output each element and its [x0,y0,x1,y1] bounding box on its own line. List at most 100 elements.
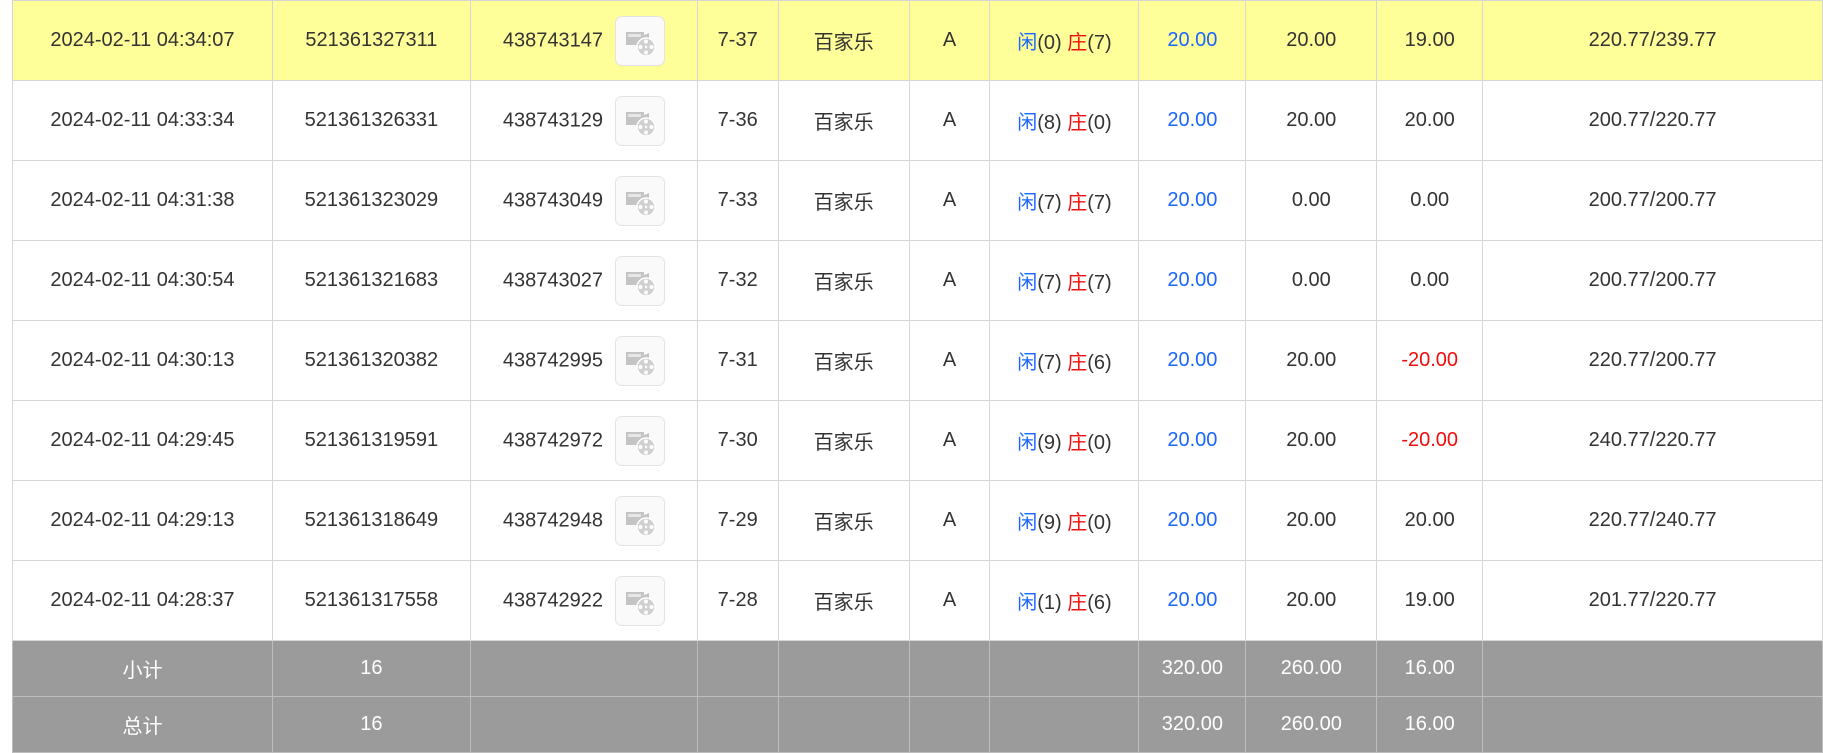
total-win: 16.00 [1376,696,1484,753]
round-id-cell: 438743147 [469,0,698,81]
empty-cell [1482,696,1823,753]
valid-bet: 20.00 [1245,480,1378,561]
bet-time: 2024-02-11 04:33:34 [12,80,273,161]
bet-time: 2024-02-11 04:30:54 [12,240,273,321]
record-body: 2024-02-11 04:34:07 521361327311 4387431… [12,0,1823,641]
video-replay-icon[interactable] [614,175,665,226]
player-score: (9) [1037,512,1062,534]
table-row: 2024-02-11 04:34:07 521361327311 4387431… [12,0,1823,81]
round-id: 438742948 [502,508,604,531]
game-name: 百家乐 [777,560,910,641]
table-name: A [908,400,991,481]
banker-score: (6) [1087,592,1112,614]
empty-cell [469,640,698,697]
game-name: 百家乐 [777,80,910,161]
shoe-round: 7-29 [696,480,779,561]
banker-label: 庄 [1067,352,1088,374]
shoe-round: 7-36 [696,80,779,161]
video-replay-icon[interactable] [614,15,665,66]
banker-score: (7) [1087,192,1112,214]
player-score: (7) [1037,352,1062,374]
video-replay-icon[interactable] [614,95,665,146]
balance-change: 200.77/200.77 [1482,240,1823,321]
total-count: 16 [271,696,471,753]
bet-amount: 20.00 [1138,320,1247,401]
game-name: 百家乐 [777,0,910,81]
video-replay-icon[interactable] [614,575,665,626]
video-replay-icon[interactable] [614,495,665,546]
valid-bet: 0.00 [1245,160,1378,241]
win-loss: 20.00 [1376,480,1484,561]
shoe-round: 7-30 [696,400,779,481]
balance-change: 220.77/240.77 [1482,480,1823,561]
bet-amount: 20.00 [1138,240,1247,321]
round-id-cell: 438742972 [469,400,698,481]
table-row: 2024-02-11 04:30:13 521361320382 4387429… [12,320,1823,401]
round-id-cell: 438743027 [469,240,698,321]
bet-time: 2024-02-11 04:30:13 [12,320,273,401]
banker-score: (7) [1087,32,1112,54]
result-cell: 闲(0) 庄(7) [989,0,1140,81]
table-name: A [908,0,991,81]
bet-time: 2024-02-11 04:29:45 [12,400,273,481]
bet-amount: 20.00 [1138,0,1247,81]
player-label: 闲 [1017,192,1038,214]
balance-change: 201.77/220.77 [1482,560,1823,641]
balance-change: 240.77/220.77 [1482,400,1823,481]
round-id: 438742922 [502,588,604,611]
player-score: (7) [1037,272,1062,294]
win-loss: 19.00 [1376,560,1484,641]
banker-label: 庄 [1067,272,1088,294]
table-name: A [908,560,991,641]
win-loss: 20.00 [1376,80,1484,161]
player-label: 闲 [1017,432,1038,454]
video-replay-icon[interactable] [614,255,665,306]
player-label: 闲 [1017,512,1038,534]
bet-time: 2024-02-11 04:28:37 [12,560,273,641]
bet-id: 521361317558 [271,560,471,641]
shoe-round: 7-37 [696,0,779,81]
win-loss: 0.00 [1376,240,1484,321]
summary-body: 小计 16 320.00 260.00 16.00 总计 16 320.00 2… [12,640,1823,753]
table-row: 2024-02-11 04:33:34 521361326331 4387431… [12,80,1823,161]
player-score: (8) [1037,112,1062,134]
video-replay-icon[interactable] [614,335,665,386]
empty-cell [908,696,991,753]
round-id: 438743129 [502,108,604,131]
result-cell: 闲(9) 庄(0) [989,400,1140,481]
bet-records-table-wrapper: 2024-02-11 04:34:07 521361327311 4387431… [12,0,1823,753]
empty-cell [989,696,1140,753]
player-score: (1) [1037,592,1062,614]
bet-amount: 20.00 [1138,480,1247,561]
shoe-round: 7-28 [696,560,779,641]
table-row: 2024-02-11 04:29:45 521361319591 4387429… [12,400,1823,481]
empty-cell [696,640,779,697]
table-row: 2024-02-11 04:28:37 521361317558 4387429… [12,560,1823,641]
shoe-round: 7-31 [696,320,779,401]
valid-bet: 20.00 [1245,560,1378,641]
shoe-round: 7-33 [696,160,779,241]
player-score: (0) [1037,32,1062,54]
video-replay-icon[interactable] [614,415,665,466]
result-cell: 闲(7) 庄(6) [989,320,1140,401]
empty-cell [777,640,910,697]
result-cell: 闲(7) 庄(7) [989,240,1140,321]
subtotal-label: 小计 [12,640,273,697]
table-row: 2024-02-11 04:29:13 521361318649 4387429… [12,480,1823,561]
subtotal-bet: 320.00 [1138,640,1247,697]
table-name: A [908,160,991,241]
bet-id: 521361321683 [271,240,471,321]
banker-score: (0) [1087,432,1112,454]
round-id-cell: 438743049 [469,160,698,241]
bet-amount: 20.00 [1138,560,1247,641]
bet-id: 521361319591 [271,400,471,481]
banker-label: 庄 [1067,592,1088,614]
total-row: 总计 16 320.00 260.00 16.00 [12,696,1823,753]
valid-bet: 20.00 [1245,400,1378,481]
banker-label: 庄 [1067,32,1088,54]
subtotal-valid: 260.00 [1245,640,1378,697]
table-name: A [908,480,991,561]
empty-cell [989,640,1140,697]
valid-bet: 20.00 [1245,320,1378,401]
table-name: A [908,80,991,161]
